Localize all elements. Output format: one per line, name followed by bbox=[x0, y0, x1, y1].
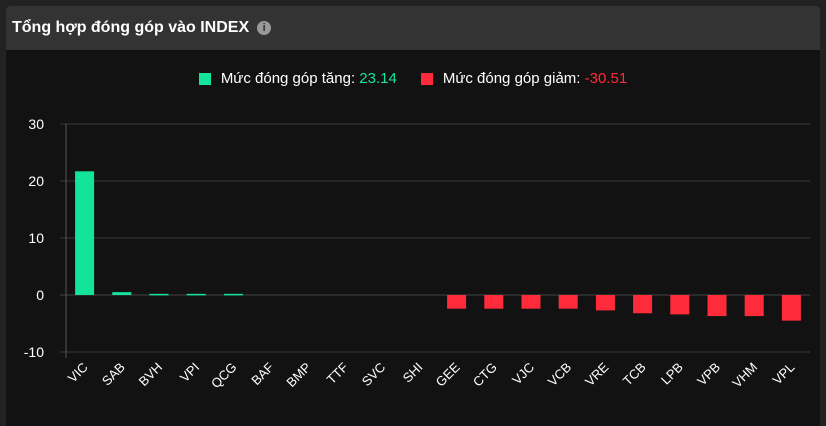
x-tick-label: VPL bbox=[770, 360, 798, 388]
bar-vre bbox=[595, 295, 615, 311]
x-tick-label: SAB bbox=[99, 360, 128, 389]
index-contribution-panel: Tổng hợp đóng góp vào INDEX i Mức đóng g… bbox=[6, 6, 820, 426]
bar-lpb bbox=[670, 295, 690, 315]
x-tick-label: TCB bbox=[620, 360, 649, 389]
x-tick-label: SHI bbox=[400, 360, 426, 386]
bar-vpi bbox=[186, 293, 206, 296]
x-tick-label: SVC bbox=[359, 360, 389, 390]
x-tick-label: GEE bbox=[433, 359, 463, 389]
bar-gee bbox=[447, 295, 467, 309]
x-tick-label: VHM bbox=[729, 360, 760, 391]
x-tick-label: TTF bbox=[324, 359, 351, 386]
x-tick-label: BMP bbox=[283, 360, 314, 391]
x-tick-label: VJC bbox=[509, 360, 537, 388]
bar-vjc bbox=[521, 295, 541, 309]
bar-qcg bbox=[223, 293, 243, 296]
bar-tcb bbox=[633, 295, 653, 314]
x-tick-label: LPB bbox=[658, 360, 686, 388]
x-tick-label: VCB bbox=[545, 360, 575, 390]
bar-ctg bbox=[484, 295, 504, 309]
bar-vcb bbox=[558, 295, 578, 309]
y-tick-label: 30 bbox=[28, 116, 44, 132]
x-tick-label: VPB bbox=[694, 360, 723, 389]
x-tick-label: BVH bbox=[136, 360, 166, 390]
x-tick-label: BAF bbox=[248, 359, 277, 388]
y-tick-label: 10 bbox=[28, 230, 44, 246]
bar-bvh bbox=[149, 293, 169, 296]
bar-vpb bbox=[707, 295, 727, 317]
bar-vhm bbox=[744, 295, 764, 317]
bar-vic bbox=[75, 171, 95, 295]
bar-vpl bbox=[781, 295, 801, 321]
x-tick-label: VRE bbox=[582, 359, 612, 389]
bar-chart: 30 20 10 0 -10 VIC SAB BVH VPI QCG BAF BMP TTF SVC SHI… bbox=[24, 116, 810, 392]
x-tick-label: CTG bbox=[470, 360, 500, 390]
bar-sab bbox=[112, 292, 132, 295]
y-tick-label: 0 bbox=[36, 287, 44, 303]
y-tick-label: 20 bbox=[28, 173, 44, 189]
x-tick-label: VPI bbox=[177, 360, 202, 385]
x-tick-label: QCG bbox=[208, 360, 240, 392]
x-tick-label: VIC bbox=[65, 360, 91, 386]
y-tick-label: -10 bbox=[24, 344, 44, 360]
